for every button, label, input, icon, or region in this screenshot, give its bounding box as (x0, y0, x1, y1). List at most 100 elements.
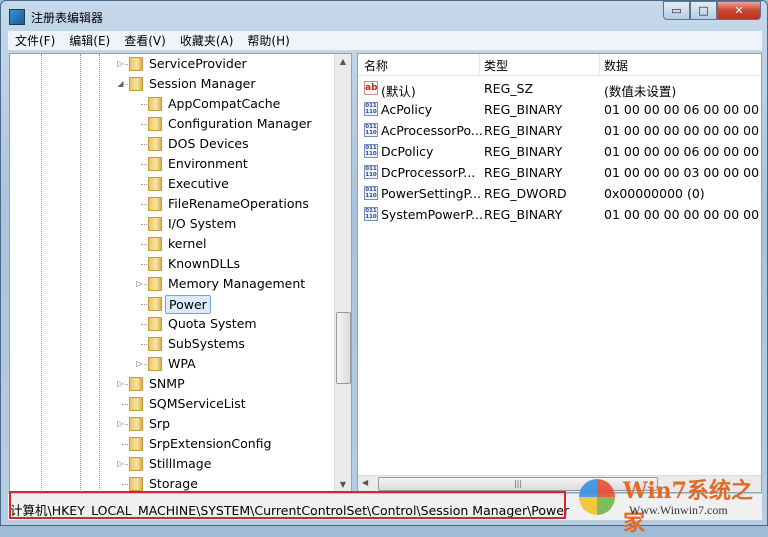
expand-arrow-icon[interactable]: ▷ (135, 279, 144, 288)
folder-icon (129, 437, 143, 451)
tree-item-label: Environment (168, 156, 248, 171)
column-type[interactable]: 类型 (484, 57, 508, 74)
value-row[interactable]: 011 110 DcPolicy REG_BINARY 01 00 00 00 06 … (358, 141, 761, 162)
value-data: 01 00 00 00 00 00 00 00 00 (604, 207, 762, 222)
folder-icon (148, 337, 162, 351)
binary-value-icon: 011 110 (364, 123, 378, 137)
binary-value-icon: 011 110 (364, 144, 378, 158)
value-name: (默认) (381, 84, 416, 99)
maximize-button[interactable]: □ (690, 1, 717, 20)
tree-item[interactable]: ▷ Srp (10, 414, 335, 434)
menu-view[interactable]: 查看(V) (117, 32, 173, 49)
value-data: 0x00000000 (0) (604, 186, 705, 201)
tree-item[interactable]: SQMServiceList (10, 394, 335, 414)
column-name[interactable]: 名称 (364, 57, 388, 74)
tree-item[interactable]: I/O System (10, 214, 335, 234)
tree-vertical-scrollbar[interactable]: ▲ ▼ (334, 54, 351, 492)
folder-icon (148, 157, 162, 171)
tree-item-label: AppCompatCache (168, 96, 281, 111)
tree-item[interactable]: SubSystems (10, 334, 335, 354)
value-row[interactable]: 011 110 SystemPowerP... REG_BINARY 01 00 00… (358, 204, 761, 225)
folder-icon (148, 217, 162, 231)
registry-editor-window: 注册表编辑器 ▭ □ ✕ 文件(F) 编辑(E) 查看(V) 收藏夹(A) 帮助… (0, 0, 768, 536)
tree-item[interactable]: Executive (10, 174, 335, 194)
value-type: REG_BINARY (484, 207, 563, 222)
tree-item-label: KnownDLLs (168, 256, 240, 271)
value-type: REG_DWORD (484, 186, 567, 201)
tree-item[interactable]: AppCompatCache (10, 94, 335, 114)
expand-arrow-icon[interactable]: ▷ (116, 379, 125, 388)
registry-values-list: 名称 类型 数据 ab (默认) REG_SZ (数值未设置) 011 110 AcPol… (357, 53, 762, 493)
scroll-up-arrow-icon[interactable]: ▲ (335, 57, 351, 66)
tree-item[interactable]: ▷ StillImage (10, 454, 335, 474)
menu-edit[interactable]: 编辑(E) (62, 32, 117, 49)
tree-item[interactable]: Environment (10, 154, 335, 174)
binary-value-icon: 011 110 (364, 165, 378, 179)
expand-arrow-icon[interactable]: ▷ (116, 419, 125, 428)
value-data: 01 00 00 00 00 00 00 00 00 (604, 123, 762, 138)
binary-value-icon: 011 110 (364, 102, 378, 116)
tree-item-label: WPA (168, 356, 196, 371)
value-type: REG_BINARY (484, 123, 563, 138)
value-name: DcProcessorP... (381, 165, 476, 180)
tree-item[interactable]: KnownDLLs (10, 254, 335, 274)
value-type: REG_BINARY (484, 144, 563, 159)
tree-item[interactable]: ▷ SNMP (10, 374, 335, 394)
tree-item[interactable]: Quota System (10, 314, 335, 334)
tree-item-label: Memory Management (168, 276, 306, 291)
value-type: REG_SZ (484, 81, 534, 96)
tree-item-label: SNMP (149, 376, 185, 391)
value-row[interactable]: 011 110 PowerSettingP... REG_DWORD 0x000000… (358, 183, 761, 204)
collapse-arrow-icon[interactable]: ◢ (116, 79, 125, 88)
close-button[interactable]: ✕ (717, 1, 761, 20)
tree-item[interactable]: SrpExtensionConfig (10, 434, 335, 454)
scroll-down-arrow-icon[interactable]: ▼ (335, 480, 351, 489)
tree-item[interactable]: ▷ Memory Management (10, 274, 335, 294)
title-bar: 注册表编辑器 (9, 7, 103, 27)
folder-icon (148, 357, 162, 371)
string-value-icon: ab (364, 81, 378, 95)
column-data[interactable]: 数据 (604, 57, 628, 74)
folder-icon (148, 257, 162, 271)
tree-item[interactable]: DOS Devices (10, 134, 335, 154)
menu-favorites[interactable]: 收藏夹(A) (173, 32, 241, 49)
folder-icon (129, 477, 143, 491)
value-name: AcPolicy (381, 102, 433, 117)
folder-icon (148, 197, 162, 211)
value-data: (数值未设置) (604, 84, 677, 99)
tree-item-label: I/O System (168, 216, 237, 231)
minimize-button[interactable]: ▭ (663, 1, 690, 20)
value-row[interactable]: 011 110 AcProcessorPo... REG_BINARY 01 00 0… (358, 120, 761, 141)
tree-item[interactable]: ▷ ServiceProvider (10, 54, 335, 74)
menu-file[interactable]: 文件(F) (8, 32, 62, 49)
tree-item-label: StillImage (149, 456, 212, 471)
menu-help[interactable]: 帮助(H) (240, 32, 296, 49)
window-title: 注册表编辑器 (31, 10, 104, 25)
tree-item[interactable]: Configuration Manager (10, 114, 335, 134)
folder-icon (129, 57, 143, 71)
tree-item[interactable]: Power (10, 294, 335, 314)
tree-item-label: Session Manager (149, 76, 256, 91)
value-row[interactable]: ab (默认) REG_SZ (数值未设置) (358, 78, 761, 99)
value-name: AcProcessorPo... (381, 123, 483, 138)
tree-item[interactable]: ◢ Session Manager (10, 74, 335, 94)
value-data: 01 00 00 00 06 00 00 00 03 (604, 144, 762, 159)
expand-arrow-icon[interactable]: ▷ (135, 359, 144, 368)
folder-icon (148, 97, 162, 111)
tree-item-label: Executive (168, 176, 229, 191)
tree-item[interactable]: kernel (10, 234, 335, 254)
tree-item-label: Srp (149, 416, 171, 431)
tree-item[interactable]: ▷ WPA (10, 354, 335, 374)
tree-item[interactable]: FileRenameOperations (10, 194, 335, 214)
tree-item-label: SubSystems (168, 336, 245, 351)
watermark: Win7系统之家 Www.Winwin7.com (579, 471, 765, 536)
expand-arrow-icon[interactable]: ▷ (116, 459, 125, 468)
value-row[interactable]: 011 110 AcPolicy REG_BINARY 01 00 00 00 06 … (358, 99, 761, 120)
value-row[interactable]: 011 110 DcProcessorP... REG_BINARY 01 00 00… (358, 162, 761, 183)
folder-icon (129, 417, 143, 431)
expand-arrow-icon[interactable]: ▷ (116, 59, 125, 68)
folder-icon (148, 177, 162, 191)
scrollbar-thumb[interactable] (336, 312, 351, 384)
scroll-left-arrow-icon[interactable]: ◀ (362, 478, 368, 487)
tree-item-label: kernel (168, 236, 207, 251)
